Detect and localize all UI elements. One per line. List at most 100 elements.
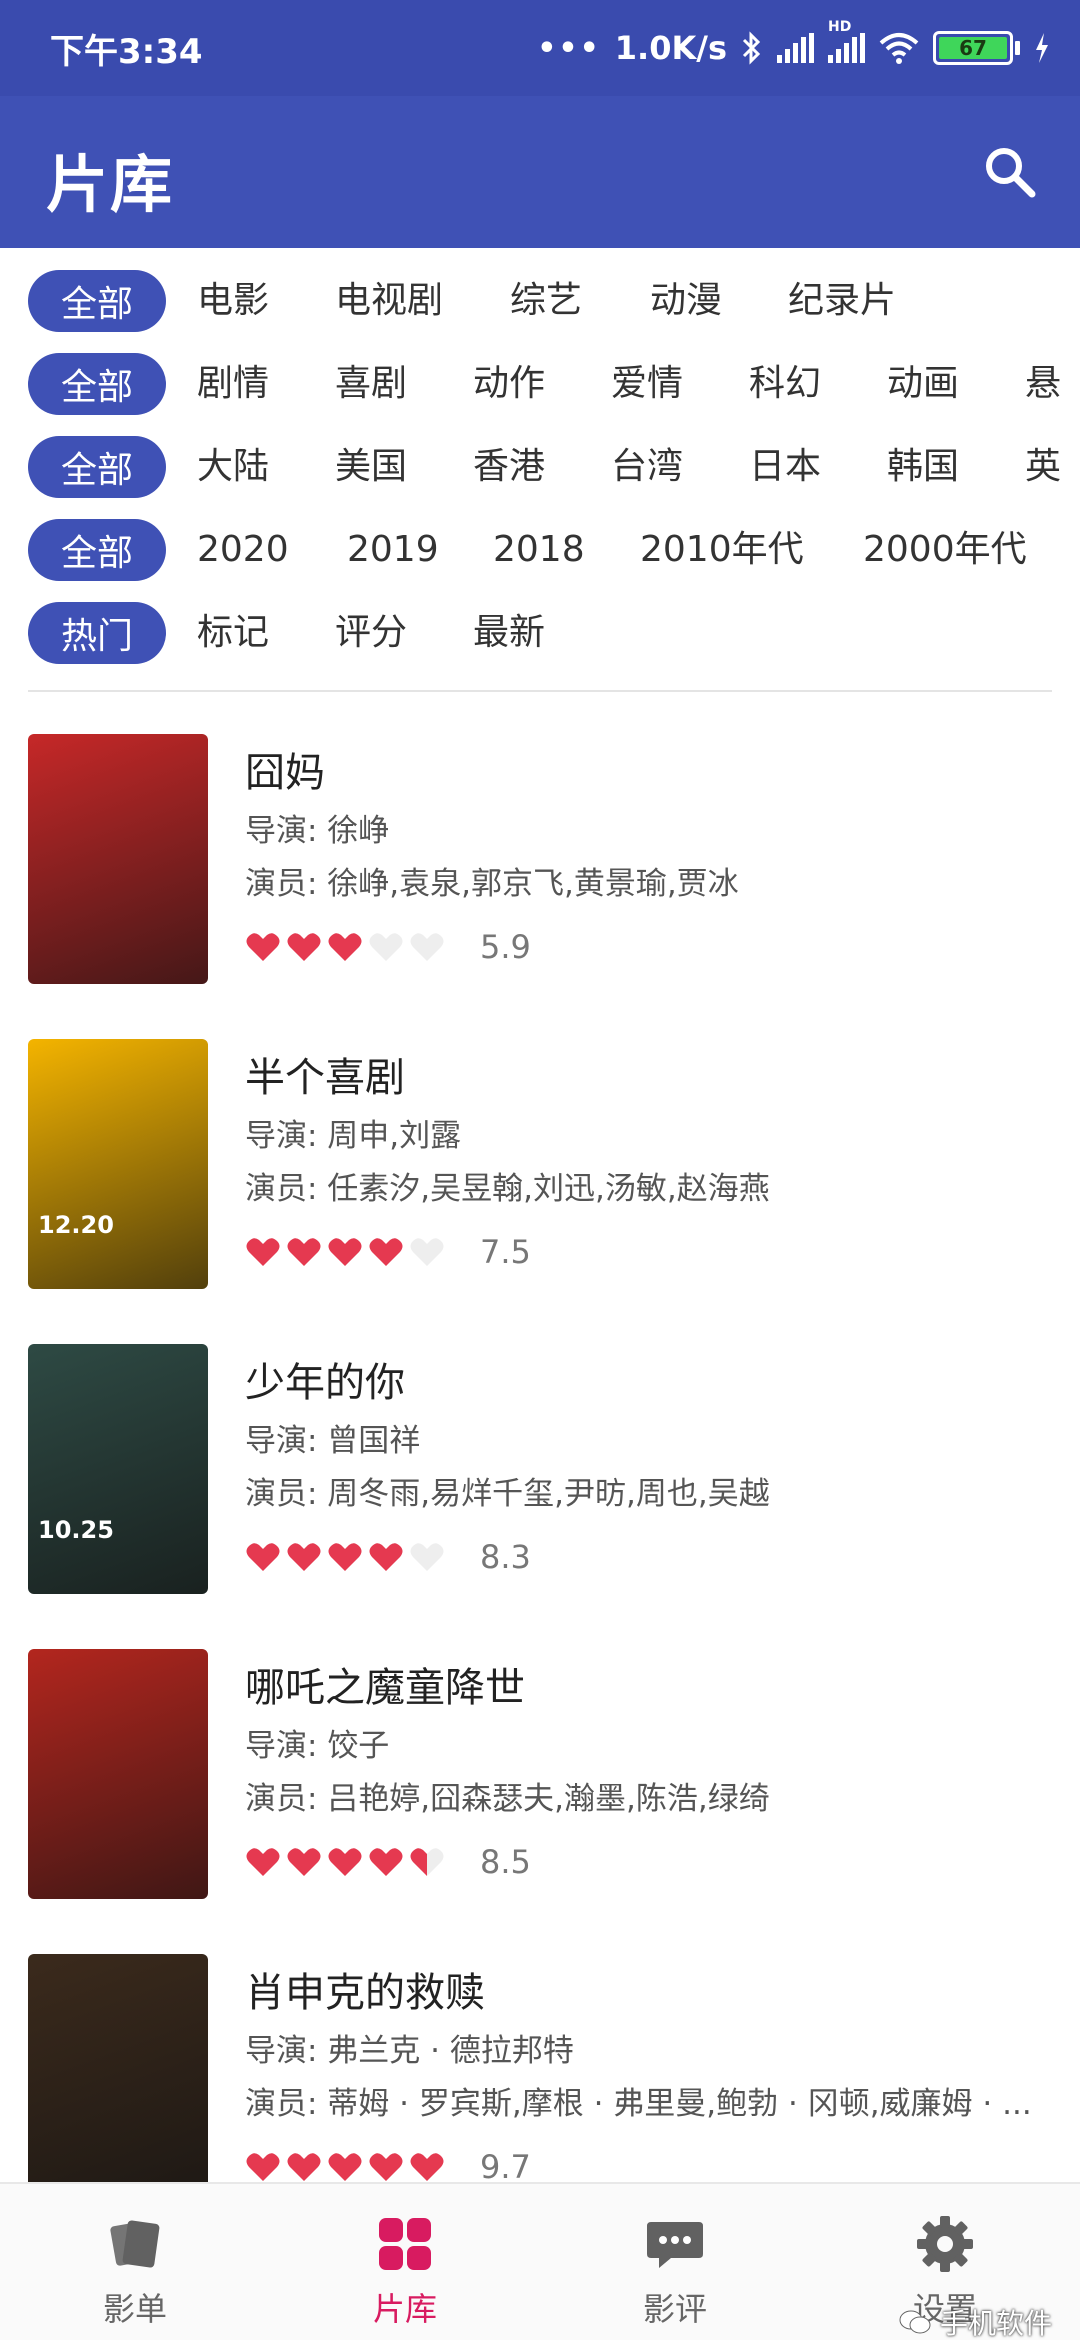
filter-option[interactable]: 大陆	[197, 442, 269, 492]
movie-list-item[interactable]: 肖申克的救赎导演: 弗兰克 · 德拉邦特演员: 蒂姆 · 罗宾斯,摩根 · 弗里…	[0, 1920, 1080, 2225]
poster-date: 12.20	[38, 1211, 114, 1239]
filter-option[interactable]: 标记	[197, 608, 269, 658]
movie-list-item[interactable]: 哪吒之魔童降世 导演: 饺子 演员: 吕艳婷,囧森瑟夫,瀚墨,陈浩,绿绮 8.5	[0, 1615, 1080, 1920]
heart-icon	[369, 1238, 403, 1266]
movie-title: 半个喜剧	[245, 1055, 405, 1101]
filter-option[interactable]: 动作	[473, 359, 545, 409]
heart-icon	[410, 1238, 444, 1266]
rating-row: 9.7	[245, 2148, 531, 2186]
heart-icon	[287, 1238, 321, 1266]
rating-score: 5.9	[480, 928, 531, 966]
heart-icon	[328, 1543, 362, 1571]
nav-item-library[interactable]: 片库	[315, 2184, 495, 2340]
filter-option[interactable]: 纪录片	[788, 276, 896, 326]
nav-label: 影单	[102, 2290, 167, 2328]
filter-option[interactable]: 电视剧	[335, 276, 443, 326]
bluetooth-icon	[742, 31, 761, 65]
heart-icon	[246, 1848, 280, 1876]
signal-icon	[777, 33, 814, 63]
gear-icon	[917, 2216, 973, 2272]
rating-score: 7.5	[480, 1233, 531, 1271]
filter-option[interactable]: 2020	[197, 525, 289, 575]
filter-option[interactable]: 美国	[335, 442, 407, 492]
movie-poster	[28, 1954, 208, 2204]
filter-option[interactable]: 2019	[347, 525, 439, 575]
search-button[interactable]	[980, 142, 1040, 202]
filter-option[interactable]: 2018	[493, 525, 585, 575]
heart-icon	[369, 933, 403, 961]
filter-chip-active[interactable]: 全部	[28, 270, 166, 332]
filter-option[interactable]: 动漫	[650, 276, 722, 326]
filter-option[interactable]: 韩国	[887, 442, 959, 492]
nav-item-reviews[interactable]: 影评	[585, 2184, 765, 2340]
filter-option[interactable]: 动画	[887, 359, 959, 409]
heart-icon	[287, 933, 321, 961]
filter-option[interactable]: 英	[1025, 442, 1061, 492]
filter-option[interactable]: 2010年代	[640, 525, 804, 575]
status-icons: ••• 1.0K/s HD 67	[537, 19, 1050, 74]
status-bar: 下午3:34 ••• 1.0K/s HD 67	[0, 0, 1080, 96]
movie-cast: 演员: 吕艳婷,囧森瑟夫,瀚墨,陈浩,绿绮	[245, 1781, 770, 1817]
filter-row-year: 全部 2020 2019 2018 2010年代 2000年代	[0, 507, 1080, 590]
heart-icon	[369, 1848, 403, 1876]
heart-icon	[287, 2153, 321, 2181]
chat-bubble-icon	[647, 2222, 703, 2268]
filter-chip-active[interactable]: 全部	[28, 353, 166, 415]
filter-divider	[28, 690, 1052, 692]
nav-label: 影评	[642, 2290, 707, 2328]
heart-icon	[328, 2153, 362, 2181]
movie-list-item[interactable]: 12.20 半个喜剧 导演: 周申,刘露 演员: 任素汐,吴昱翰,刘迅,汤敏,赵海燕 7…	[0, 1005, 1080, 1310]
filter-option[interactable]: 最新	[473, 608, 545, 658]
movie-poster: 12.20	[28, 1039, 208, 1289]
movie-director: 导演: 弗兰克 · 德拉邦特	[245, 2033, 574, 2069]
filter-row-type: 全部 电影 电视剧 综艺 动漫 纪录片	[0, 258, 1080, 341]
filter-option[interactable]: 日本	[749, 442, 821, 492]
filter-option[interactable]: 电影	[197, 276, 269, 326]
filter-option[interactable]: 科幻	[749, 359, 821, 409]
search-icon	[986, 148, 1036, 198]
watermark-text: 手机软件	[939, 2307, 1052, 2340]
movie-list-item[interactable]: 囧妈 导演: 徐峥 演员: 徐峥,袁泉,郭京飞,黄景瑜,贾冰 5.9	[0, 700, 1080, 1005]
movie-title: 哪吒之魔童降世	[245, 1665, 525, 1711]
filter-row-sort: 热门 标记 评分 最新	[0, 590, 1080, 673]
filter-option[interactable]: 评分	[335, 608, 407, 658]
battery-level: 67	[939, 37, 1007, 59]
filter-option[interactable]: 综艺	[510, 276, 582, 326]
watermark: 手机软件	[898, 2302, 1052, 2340]
filter-option[interactable]: 2000年代	[863, 525, 1027, 575]
movie-cast: 演员: 蒂姆 · 罗宾斯,摩根 · 弗里曼,鲍勃 · 冈顿,威廉姆 · ...	[245, 2086, 1032, 2122]
movie-title: 肖申克的救赎	[245, 1970, 485, 2016]
movie-poster: 10.25	[28, 1344, 208, 1594]
heart-icon	[369, 1543, 403, 1571]
rating-score: 8.3	[480, 1538, 531, 1576]
movie-title: 少年的你	[245, 1360, 405, 1406]
movie-director: 导演: 徐峥	[245, 813, 390, 849]
filter-chip-active[interactable]: 热门	[28, 602, 166, 664]
filter-row-region: 全部 大陆 美国 香港 台湾 日本 韩国 英	[0, 424, 1080, 507]
grid-icon	[379, 2218, 431, 2270]
filter-option[interactable]: 喜剧	[335, 359, 407, 409]
heart-icon	[410, 2153, 444, 2181]
movie-list-item[interactable]: 10.25 少年的你 导演: 曾国祥 演员: 周冬雨,易烊千玺,尹昉,周也,吴越 8.3	[0, 1310, 1080, 1615]
filter-option[interactable]: 台湾	[611, 442, 683, 492]
filter-option[interactable]: 爱情	[611, 359, 683, 409]
filter-chip-active[interactable]: 全部	[28, 519, 166, 581]
nav-item-watchlist[interactable]: 影单	[45, 2184, 225, 2340]
filter-option[interactable]: 香港	[473, 442, 545, 492]
page-title: 片库	[46, 148, 175, 221]
heart-icon	[410, 1543, 444, 1571]
app-bar: 片库	[0, 96, 1080, 248]
filter-option[interactable]: 剧情	[197, 359, 269, 409]
heart-icon	[410, 1848, 444, 1876]
heart-icon	[328, 1238, 362, 1266]
movie-poster	[28, 734, 208, 984]
heart-icon	[287, 1848, 321, 1876]
filter-chip-active[interactable]: 全部	[28, 436, 166, 498]
movie-director: 导演: 曾国祥	[245, 1423, 421, 1459]
filter-panel: 全部 电影 电视剧 综艺 动漫 纪录片 全部 剧情 喜剧 动作 爱情 科幻 动画…	[0, 258, 1080, 673]
filter-option[interactable]: 悬	[1025, 359, 1061, 409]
heart-icon	[246, 1543, 280, 1571]
battery-icon: 67	[933, 31, 1020, 65]
hd-label: HD	[828, 19, 852, 35]
rating-row: 5.9	[245, 928, 531, 966]
